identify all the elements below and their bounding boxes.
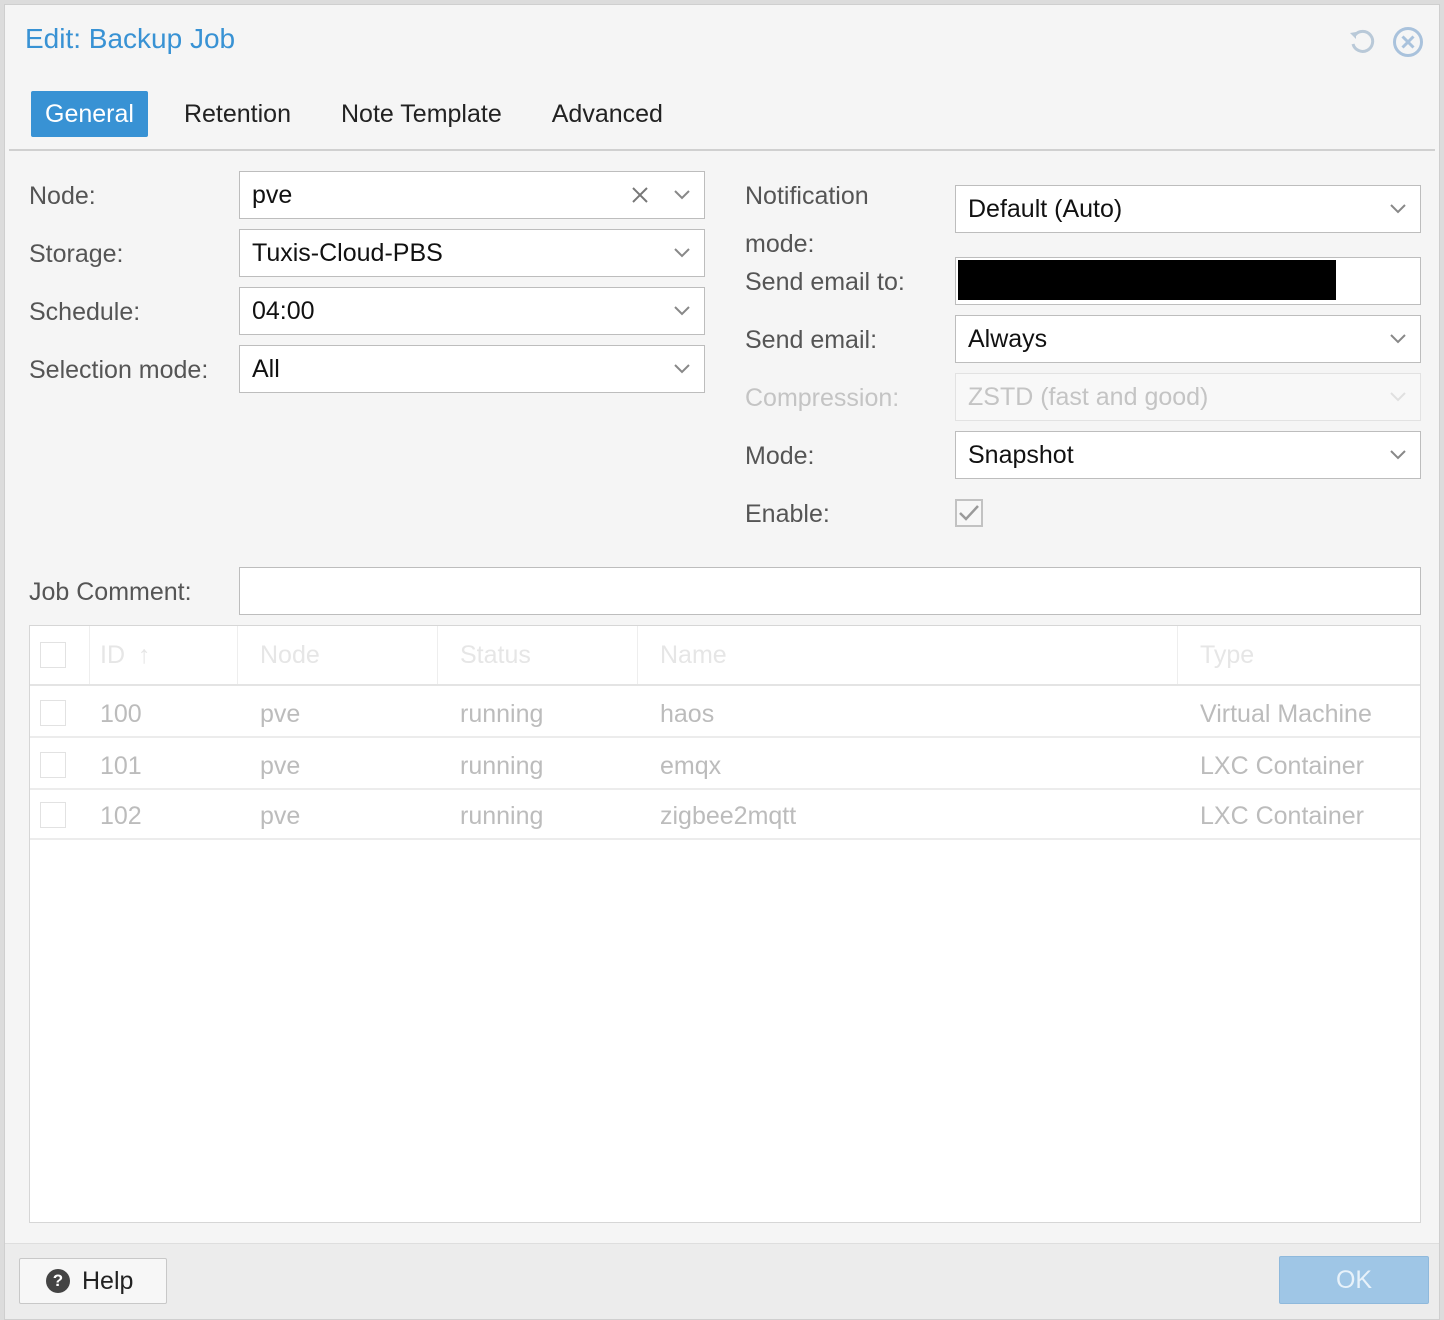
help-button[interactable]: ? Help — [19, 1258, 167, 1304]
column-header-name: Name — [638, 626, 1178, 684]
column-header-type: Type — [1200, 641, 1255, 669]
send-email-label: Send email: — [745, 326, 878, 354]
selection-mode-select[interactable]: All — [239, 345, 705, 393]
mode-label: Mode: — [745, 442, 815, 470]
mode-value: Snapshot — [968, 440, 1074, 469]
cell-type: Virtual Machine — [1200, 700, 1372, 728]
node-label: Node: — [29, 182, 96, 210]
cell-id: 101 — [100, 752, 142, 780]
backup-job-dialog: Edit: Backup Job General Retention Note … — [4, 4, 1440, 1320]
send-email-select[interactable]: Always — [955, 315, 1421, 363]
mode-select[interactable]: Snapshot — [955, 431, 1421, 479]
chevron-down-icon[interactable] — [1376, 186, 1420, 232]
chevron-down-icon[interactable] — [660, 230, 704, 276]
redacted-block — [958, 260, 1336, 300]
schedule-select[interactable]: 04:00 — [239, 287, 705, 335]
column-header-id-label: ID — [100, 641, 125, 669]
tab-note-template[interactable]: Note Template — [327, 91, 516, 137]
cell-name: haos — [660, 700, 715, 728]
select-all-checkbox — [40, 642, 66, 668]
cell-name: zigbee2mqtt — [660, 802, 797, 830]
cell-id: 100 — [100, 700, 142, 728]
enable-checkbox[interactable] — [955, 499, 983, 527]
tab-general[interactable]: General — [31, 91, 148, 137]
clear-icon[interactable] — [620, 172, 660, 218]
chevron-down-icon[interactable] — [660, 288, 704, 334]
tab-retention[interactable]: Retention — [170, 91, 305, 137]
notification-mode-label-line1: Notification — [745, 182, 869, 210]
cell-node: pve — [260, 700, 301, 728]
send-email-to-input[interactable] — [955, 257, 1421, 305]
dialog-footer: ? Help OK — [5, 1243, 1439, 1319]
tab-advanced[interactable]: Advanced — [538, 91, 677, 137]
column-header-id: ID ↑ — [90, 626, 238, 684]
cell-status: running — [460, 802, 544, 830]
column-header-node: Node — [238, 626, 438, 684]
send-email-to-label: Send email to: — [745, 268, 905, 296]
cell-node: pve — [260, 752, 301, 780]
reset-icon[interactable] — [1345, 25, 1379, 59]
compression-select: ZSTD (fast and good) — [955, 373, 1421, 421]
enable-label: Enable: — [745, 500, 830, 528]
chevron-down-icon[interactable] — [660, 172, 704, 218]
cell-node: pve — [260, 802, 301, 830]
tab-divider — [9, 149, 1435, 151]
cell-name: emqx — [660, 752, 722, 780]
chevron-down-icon — [1376, 374, 1420, 420]
table-row: 102 pve running zigbee2mqtt LXC Containe… — [30, 790, 1420, 840]
tab-bar: General Retention Note Template Advanced — [31, 91, 689, 137]
selection-mode-value: All — [252, 354, 280, 383]
row-checkbox — [40, 802, 66, 828]
cell-status: running — [460, 700, 544, 728]
chevron-down-icon[interactable] — [1376, 316, 1420, 362]
storage-select[interactable]: Tuxis-Cloud-PBS — [239, 229, 705, 277]
sort-asc-icon: ↑ — [137, 641, 151, 669]
row-checkbox — [40, 752, 66, 778]
cell-id: 102 — [100, 802, 142, 830]
help-button-label: Help — [82, 1266, 134, 1295]
notification-mode-label: Notification mode: — [745, 181, 869, 259]
chevron-down-icon[interactable] — [1376, 432, 1420, 478]
checkmark-icon — [959, 505, 979, 521]
cell-status: running — [460, 752, 544, 780]
schedule-value: 04:00 — [252, 296, 315, 325]
schedule-label: Schedule: — [29, 298, 141, 326]
send-email-value: Always — [968, 324, 1048, 353]
chevron-down-icon[interactable] — [660, 346, 704, 392]
close-icon[interactable] — [1391, 25, 1425, 59]
dialog-title: Edit: Backup Job — [25, 23, 236, 54]
table-row: 100 pve running haos Virtual Machine — [30, 688, 1420, 738]
grid-header: ID ↑ Node Status Name Type — [30, 626, 1420, 686]
question-circle-icon: ? — [46, 1269, 70, 1293]
guest-grid: ID ↑ Node Status Name Type 100 pve runni… — [29, 625, 1421, 1223]
cell-type: LXC Container — [1200, 752, 1364, 780]
column-header-status: Status — [438, 626, 638, 684]
notification-mode-select[interactable]: Default (Auto) — [955, 185, 1421, 233]
node-select[interactable]: pve — [239, 171, 705, 219]
table-row: 101 pve running emqx LXC Container — [30, 740, 1420, 790]
compression-value: ZSTD (fast and good) — [968, 382, 1209, 411]
storage-label: Storage: — [29, 240, 124, 268]
node-value: pve — [252, 180, 293, 209]
notification-mode-value: Default (Auto) — [968, 194, 1123, 223]
row-checkbox — [40, 700, 66, 726]
header-select-all — [30, 626, 90, 684]
cell-type: LXC Container — [1200, 802, 1364, 830]
notification-mode-label-line2: mode: — [745, 230, 815, 258]
storage-value: Tuxis-Cloud-PBS — [252, 238, 443, 267]
compression-label: Compression: — [745, 384, 900, 412]
job-comment-input[interactable] — [239, 567, 1421, 615]
selection-mode-label: Selection mode: — [29, 356, 209, 384]
ok-button[interactable]: OK — [1279, 1256, 1429, 1304]
job-comment-label: Job Comment: — [29, 578, 192, 606]
